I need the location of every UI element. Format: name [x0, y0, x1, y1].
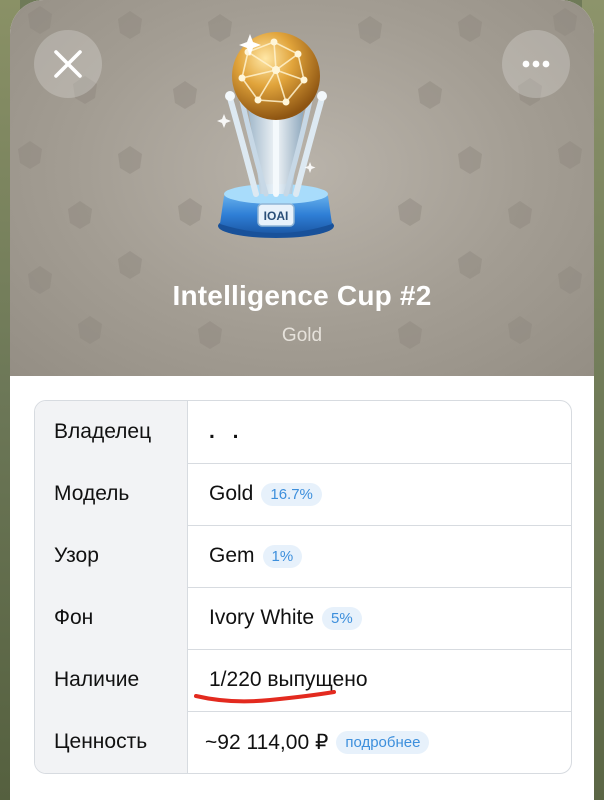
rarity-badge[interactable]: 5%: [322, 606, 362, 630]
red-underline-annotation: [194, 690, 336, 704]
rarity-badge[interactable]: 1%: [262, 544, 303, 568]
table-row-pattern: Узор Gem 1%: [35, 525, 571, 588]
pattern-shape: [18, 141, 42, 169]
table-row-value: Ценность ~92 114,00 ₽ подробнее: [35, 711, 571, 773]
gift-sheet: IOAI Intelligence Cup #2 Gold Владелец .…: [10, 0, 594, 800]
more-button[interactable]: [502, 30, 570, 98]
trophy-label: IOAI: [264, 209, 289, 223]
close-button[interactable]: [34, 30, 102, 98]
row-value: Gem 1%: [209, 525, 303, 587]
more-details-button[interactable]: подробнее: [336, 730, 430, 754]
pattern-shape: [118, 11, 142, 39]
pattern-shape: [458, 146, 482, 174]
pattern-shape: [118, 251, 142, 279]
row-value: Gold 16.7%: [209, 463, 322, 525]
owner-name: . .: [209, 420, 245, 443]
gift-subtitle: Gold: [281, 325, 323, 346]
row-label: Ценность: [35, 711, 188, 773]
close-icon: [54, 50, 82, 78]
owner-link[interactable]: . .: [209, 401, 245, 463]
row-label: Владелец: [35, 401, 188, 463]
row-value: ~92 114,00 ₽ подробнее: [205, 711, 430, 773]
rarity-badge[interactable]: 16.7%: [261, 482, 322, 506]
row-label: Узор: [35, 525, 188, 587]
table-row-model: Модель Gold 16.7%: [35, 463, 571, 526]
model-value: Gold: [209, 482, 254, 505]
pattern-shape: [458, 14, 482, 42]
gift-hero: IOAI Intelligence Cup #2 Gold: [10, 0, 594, 376]
row-label: Модель: [35, 463, 188, 525]
pattern-shape: [558, 141, 582, 169]
pattern-value: Gem: [209, 544, 255, 567]
row-label: Наличие: [35, 649, 188, 711]
table-row-backdrop: Фон Ivory White 5%: [35, 587, 571, 650]
row-value: Ivory White 5%: [209, 587, 362, 649]
pattern-shape: [68, 201, 92, 229]
pattern-shape: [28, 6, 52, 34]
pattern-shape: [553, 8, 577, 36]
pattern-shape: [118, 146, 142, 174]
trophy-icon: IOAI: [217, 32, 334, 238]
gift-title: Intelligence Cup #2: [172, 280, 432, 311]
table-row-owner: Владелец . .: [35, 401, 571, 464]
pattern-shape: [508, 201, 532, 229]
pattern-shape: [418, 81, 442, 109]
backdrop-value: Ivory White: [209, 606, 315, 629]
row-label: Фон: [35, 587, 188, 649]
pattern-shape: [398, 198, 422, 226]
more-icon: [522, 60, 550, 68]
pattern-shape: [458, 251, 482, 279]
gift-info-table: Владелец . . Модель Gold 16.7% Узор Gem …: [34, 400, 572, 774]
price-value: ~92 114,00 ₽: [205, 730, 329, 754]
